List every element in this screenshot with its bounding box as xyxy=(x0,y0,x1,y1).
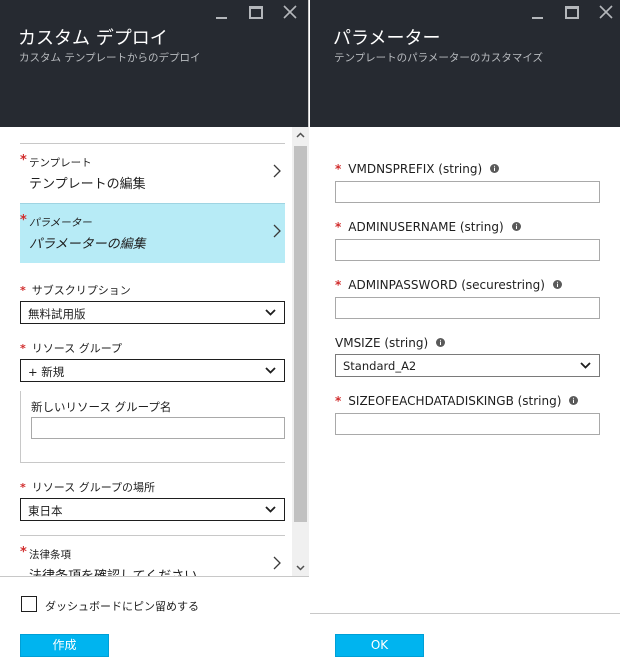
info-icon[interactable] xyxy=(569,396,579,405)
blade-subtitle: カスタム テンプレートからのデプロイ xyxy=(19,52,201,64)
adminusername-input[interactable] xyxy=(335,239,600,261)
sizeofeachdatadisk-input[interactable] xyxy=(335,413,600,435)
close-icon[interactable] xyxy=(599,5,615,19)
subscription-value: 無料試用版 xyxy=(28,307,86,321)
new-resource-group-label: 新しいリソース グループ名 xyxy=(31,400,172,414)
ok-button[interactable]: OK xyxy=(335,634,424,657)
new-resource-group-input[interactable] xyxy=(31,417,285,439)
nav-item-parameters[interactable]: * パラメーター パラメーターの編集 xyxy=(20,203,285,263)
scroll-thumb[interactable] xyxy=(294,146,307,522)
sizeofeachdatadisk-label: * SIZEOFEACHDATADISKINGB (string) xyxy=(335,394,579,408)
nav-item-legal-terms[interactable]: * 法律条項 法律条項を確認してください xyxy=(20,535,285,576)
required-marker: * xyxy=(20,153,27,168)
custom-deploy-blade: カスタム デプロイ カスタム テンプレートからのデプロイ * テンプレート テン… xyxy=(0,0,309,671)
vmsize-label: VMSIZE (string) xyxy=(335,336,445,350)
blade-title: カスタム デプロイ xyxy=(18,28,168,49)
adminusername-label: * ADMINUSERNAME (string) xyxy=(335,220,521,234)
blade-subtitle: テンプレートのパラメーターのカスタマイズ xyxy=(334,52,544,64)
chevron-down-icon xyxy=(265,309,276,316)
nav-item-label: テンプレート xyxy=(29,157,92,169)
resource-group-value: + 新規 xyxy=(28,365,65,379)
adminpassword-input[interactable] xyxy=(335,297,600,319)
nav-item-label: パラメーター xyxy=(29,217,92,229)
chevron-right-icon xyxy=(273,224,281,238)
chevron-down-icon xyxy=(265,506,276,513)
nav-item-value: パラメーターの編集 xyxy=(29,237,146,252)
parameters-blade: パラメーター テンプレートのパラメーターのカスタマイズ * VMDNSPREFIX… xyxy=(310,0,620,671)
maximize-icon[interactable] xyxy=(248,5,264,19)
resource-group-label: * リソース グループ xyxy=(20,342,123,355)
nav-item-label: 法律条項 xyxy=(29,549,71,561)
info-icon[interactable] xyxy=(511,222,521,231)
chevron-right-icon xyxy=(273,164,281,178)
scroll-up-icon[interactable] xyxy=(296,132,305,138)
blade-header: カスタム デプロイ カスタム テンプレートからのデプロイ xyxy=(0,0,308,127)
location-select[interactable]: 東日本 xyxy=(20,498,285,521)
blade-content: * テンプレート テンプレートの編集 * パラメーター パラメーターの編集 * サ… xyxy=(0,127,309,576)
required-marker: * xyxy=(20,213,27,228)
info-icon[interactable] xyxy=(489,164,499,173)
blade-title: パラメーター xyxy=(333,28,441,49)
vmsize-select[interactable]: Standard_A2 xyxy=(335,354,600,377)
minimize-icon[interactable] xyxy=(214,5,230,19)
vmdnsprefix-label: * VMDNSPREFIX (string) xyxy=(335,162,499,176)
info-icon[interactable] xyxy=(552,280,562,289)
subscription-select[interactable]: 無料試用版 xyxy=(20,301,285,324)
location-label: * リソース グループの場所 xyxy=(20,481,156,494)
blade-header: パラメーター テンプレートのパラメーターのカスタマイズ xyxy=(310,0,620,127)
subscription-label: * サブスクリプション xyxy=(20,284,131,297)
chevron-right-icon xyxy=(273,556,281,570)
adminpassword-label: * ADMINPASSWORD (securestring) xyxy=(335,278,562,292)
maximize-icon[interactable] xyxy=(564,5,580,19)
nav-item-value: テンプレートの編集 xyxy=(29,177,146,192)
resource-group-select[interactable]: + 新規 xyxy=(20,359,285,382)
minimize-icon[interactable] xyxy=(530,5,546,19)
close-icon[interactable] xyxy=(283,5,299,19)
info-icon[interactable] xyxy=(435,338,445,347)
required-marker: * xyxy=(20,545,27,560)
chevron-down-icon xyxy=(265,367,276,374)
scroll-down-icon[interactable] xyxy=(296,565,305,571)
pin-to-dashboard-label[interactable]: ダッシュボードにピン留めする xyxy=(45,598,199,614)
create-button[interactable]: 作成 xyxy=(20,634,109,657)
chevron-down-icon xyxy=(580,362,591,369)
nav-item-value: 法律条項を確認してください xyxy=(29,565,197,576)
blade-footer: OK xyxy=(310,613,620,671)
pin-to-dashboard-checkbox[interactable] xyxy=(21,596,37,612)
blade-footer: ダッシュボードにピン留めする 作成 xyxy=(0,576,309,671)
nav-item-template[interactable]: * テンプレート テンプレートの編集 xyxy=(20,143,285,203)
location-value: 東日本 xyxy=(28,504,63,518)
vertical-scrollbar[interactable] xyxy=(292,127,309,576)
vmdnsprefix-input[interactable] xyxy=(335,181,600,203)
vmsize-value: Standard_A2 xyxy=(343,359,417,373)
new-resource-group-panel: 新しいリソース グループ名 xyxy=(20,391,285,463)
